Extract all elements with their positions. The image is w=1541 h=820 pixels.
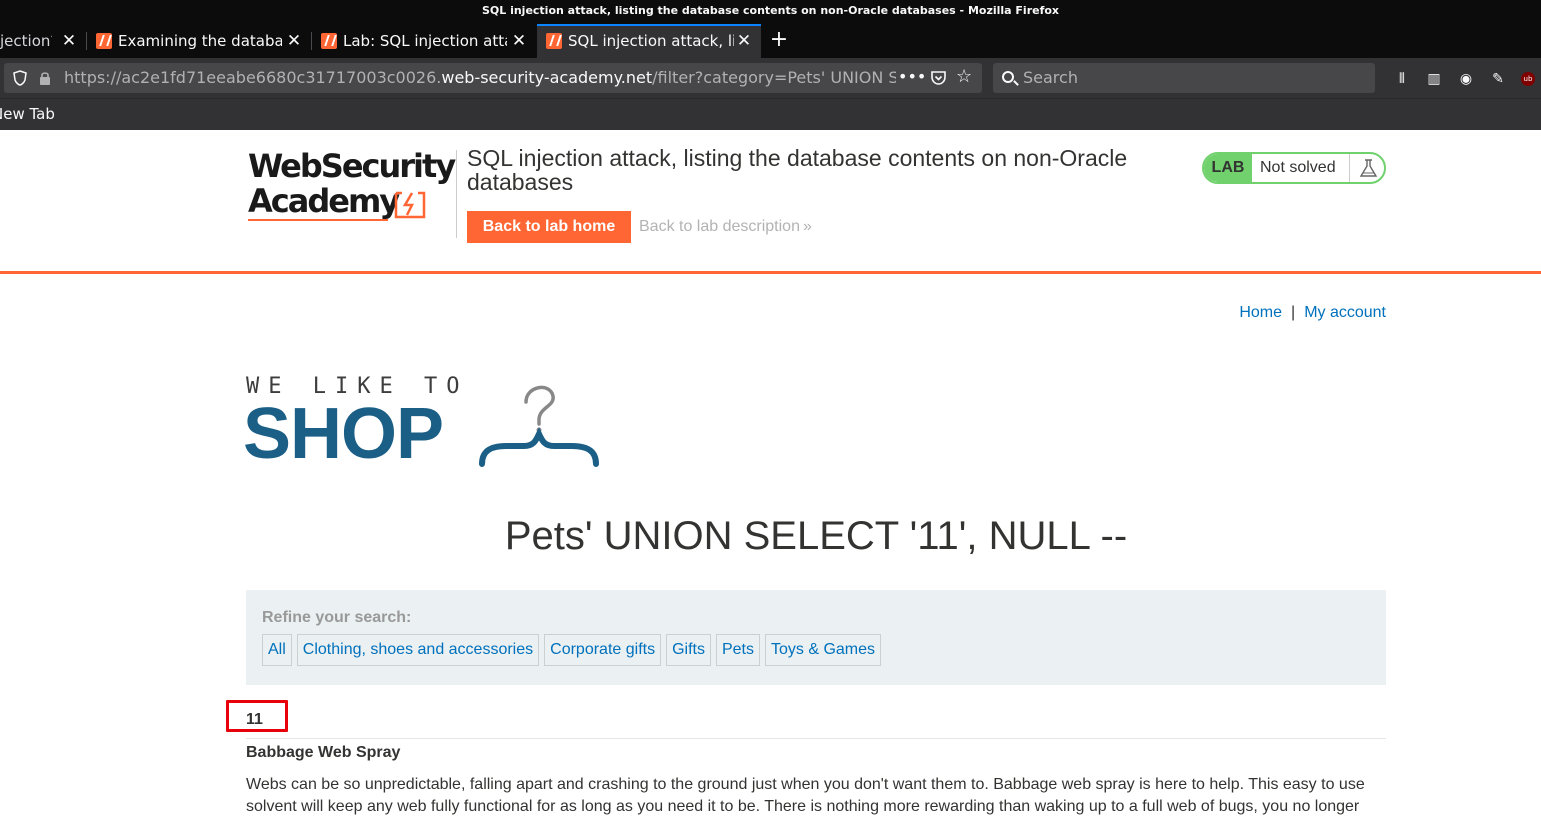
window-title: SQL injection attack, listing the databa… <box>0 0 1541 24</box>
back-to-lab-description-label: Back to lab description <box>639 218 800 235</box>
web-security-academy-logo[interactable]: WebSecurity Academy <box>248 149 456 223</box>
tab-sql-injection-attack[interactable]: SQL injection attack, lis ✕ <box>537 24 761 58</box>
extension-icon[interactable]: ✎ <box>1489 70 1507 88</box>
url-bar[interactable]: https://ac2e1fd71eeabe6680c31717003c0026… <box>4 63 982 93</box>
lab-status-text: Not solved <box>1260 159 1336 176</box>
double-chevron-right-icon: » <box>802 218 812 235</box>
url-text[interactable]: https://ac2e1fd71eeabe6680c31717003c0026… <box>64 63 896 93</box>
lab-status-widget: LAB Not solved <box>1202 152 1386 184</box>
product-description: Webs can be so unpredictable, falling ap… <box>246 776 1365 815</box>
coat-hanger-icon <box>479 385 599 467</box>
search-placeholder: Search <box>1023 68 1078 87</box>
page-actions-icon[interactable]: ••• <box>898 63 926 91</box>
refine-heading: Refine your search: <box>262 609 412 626</box>
tab-label: jection? <box>0 32 52 50</box>
pocket-icon[interactable] <box>930 70 947 86</box>
url-prefix: https://ac2e1fd71eeabe6680c31717003c0026… <box>64 68 442 87</box>
bookmark-new-tab[interactable]: New Tab <box>0 99 55 129</box>
filter-toys-games[interactable]: Toys & Games <box>764 634 882 666</box>
annotation-highlight-box <box>226 700 288 732</box>
top-nav-links: Home | My account <box>1239 304 1386 322</box>
tab-strip: jection? ✕ Examining the databas ✕ Lab: … <box>0 24 1541 58</box>
tracking-shield-icon[interactable] <box>12 70 28 86</box>
flask-icon <box>1349 154 1384 182</box>
header-divider <box>456 150 457 238</box>
category-heading: Pets' UNION SELECT '11', NULL -- <box>504 514 1128 558</box>
account-icon[interactable]: ◉ <box>1457 70 1475 88</box>
my-account-link[interactable]: My account <box>1304 304 1386 321</box>
we-like-to-shop-logo: WE LIKE TO SHOP <box>243 372 606 474</box>
filter-gifts[interactable]: Gifts <box>666 634 711 666</box>
lock-icon[interactable] <box>37 70 53 86</box>
lab-title: SQL injection attack, listing the databa… <box>467 145 1128 195</box>
lightning-bolt-icon <box>394 191 426 219</box>
filter-all[interactable]: All <box>262 634 292 666</box>
portswigger-favicon-icon <box>96 33 112 49</box>
sidebar-icon[interactable]: ▥ <box>1425 70 1443 88</box>
filter-clothing[interactable]: Clothing, shoes and accessories <box>296 634 540 666</box>
close-icon[interactable]: ✕ <box>285 24 303 58</box>
product-name: Babbage Web Spray <box>246 744 401 761</box>
tab-label: Examining the databas <box>118 32 282 50</box>
tab-examining-database[interactable]: Examining the databas ✕ <box>87 24 311 58</box>
search-icon <box>1002 71 1014 83</box>
tab-lab-sql-injection[interactable]: Lab: SQL injection atta ✕ <box>312 24 536 58</box>
filter-pets[interactable]: Pets <box>715 634 760 666</box>
nav-separator: | <box>1291 304 1296 321</box>
search-bar[interactable]: Search <box>993 63 1375 93</box>
portswigger-favicon-icon <box>321 33 337 49</box>
lab-tag: LAB <box>1204 154 1252 182</box>
portswigger-favicon-icon <box>546 33 562 49</box>
ublock-icon[interactable]: ub <box>1521 72 1535 86</box>
tab-label: SQL injection attack, lis <box>568 32 734 50</box>
url-path: /filter?category=Pets' UNION SELECT <box>652 68 896 87</box>
tab-injection[interactable]: jection? ✕ <box>0 24 86 58</box>
logo-underline <box>248 219 388 221</box>
logo-text-websecurity: WebSecurity <box>248 147 456 185</box>
result-divider <box>246 738 1386 739</box>
logo-text-academy: Academy <box>248 182 400 220</box>
bookmarks-toolbar: New Tab <box>0 98 1541 130</box>
close-icon[interactable]: ✕ <box>735 26 753 56</box>
back-to-lab-description-link[interactable]: Back to lab description» <box>639 211 812 243</box>
close-icon[interactable]: ✕ <box>510 24 528 58</box>
library-icon[interactable]: ⫴ <box>1393 70 1411 88</box>
back-to-lab-home-button[interactable]: Back to lab home <box>467 211 631 243</box>
new-tab-plus-icon[interactable]: + <box>767 24 791 58</box>
url-host: web-security-academy.net <box>441 68 653 87</box>
bookmark-star-icon[interactable]: ☆ <box>956 63 972 91</box>
category-filters: All Clothing, shoes and accessories Corpor… <box>262 634 886 666</box>
tab-label: Lab: SQL injection atta <box>343 32 507 50</box>
shop-wordmark: SHOP <box>243 394 444 474</box>
close-icon[interactable]: ✕ <box>60 24 78 58</box>
lab-header: WebSecurity Academy SQL injection attack… <box>0 130 1541 274</box>
url-actions: ••• ☆ <box>898 63 974 93</box>
home-link[interactable]: Home <box>1239 304 1282 321</box>
refine-search-panel: Refine your search: All Clothing, shoes a… <box>246 590 1386 685</box>
navigation-toolbar: https://ac2e1fd71eeabe6680c31717003c0026… <box>0 58 1541 98</box>
filter-corporate-gifts[interactable]: Corporate gifts <box>544 634 662 666</box>
